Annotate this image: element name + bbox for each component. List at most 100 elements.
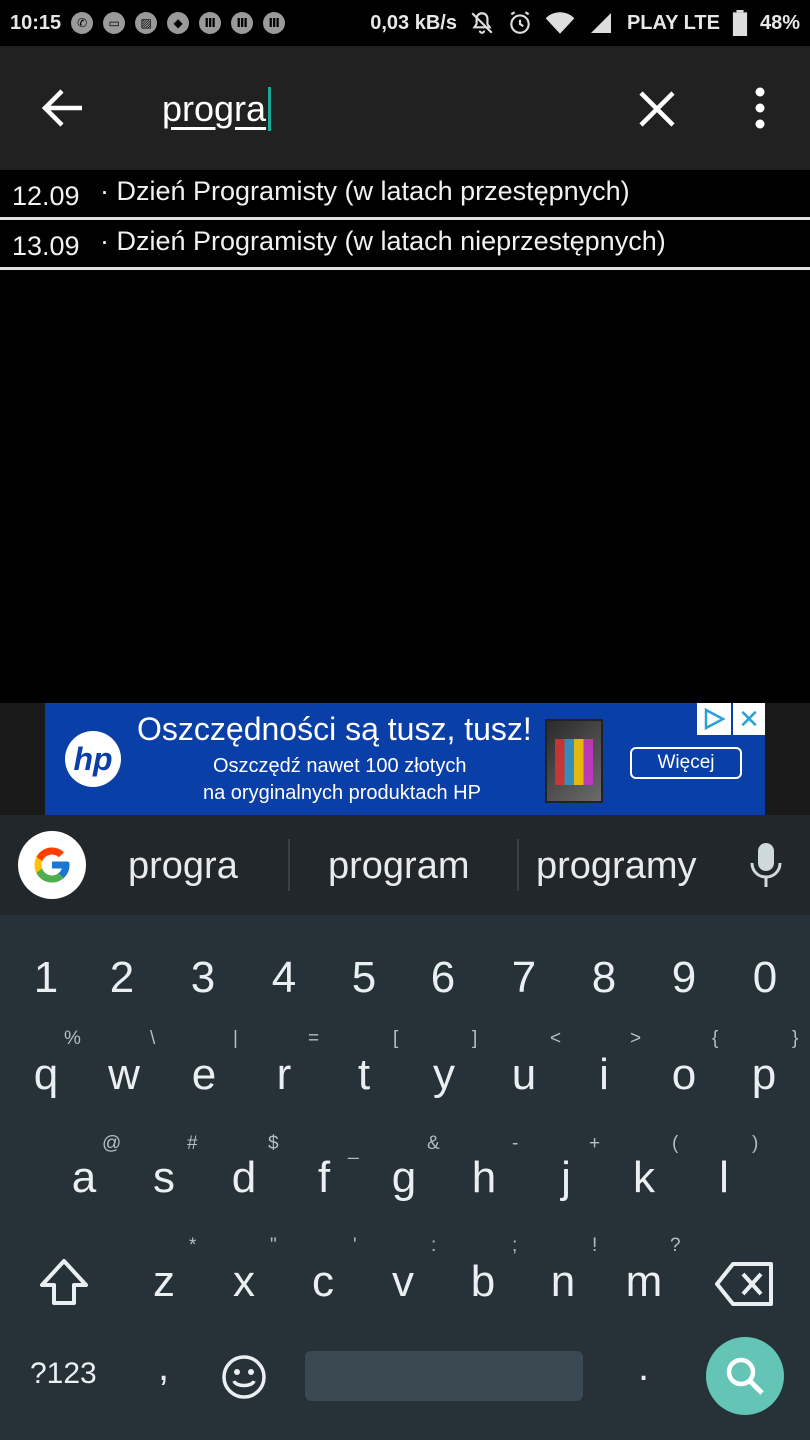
- key-l[interactable]: l: [706, 1153, 742, 1203]
- key-6[interactable]: 6: [427, 953, 459, 1003]
- gallery-icon: ▨: [135, 12, 158, 34]
- key-f[interactable]: f: [306, 1153, 342, 1203]
- key-q[interactable]: q: [28, 1050, 64, 1100]
- app-icon: Ⅲ: [199, 12, 222, 34]
- key-k[interactable]: k: [626, 1153, 662, 1203]
- key-0[interactable]: 0: [749, 953, 781, 1003]
- key-y[interactable]: y: [426, 1050, 462, 1100]
- key-hint: *: [189, 1235, 197, 1256]
- key-h[interactable]: h: [466, 1153, 502, 1203]
- key-3[interactable]: 3: [187, 953, 219, 1003]
- key-9[interactable]: 9: [668, 953, 700, 1003]
- search-input[interactable]: progra: [162, 88, 266, 130]
- search-key[interactable]: [706, 1337, 784, 1415]
- battery-icon: [732, 10, 748, 36]
- key-hint: \: [150, 1028, 156, 1049]
- key-hint: }: [792, 1028, 799, 1049]
- adchoices-icon[interactable]: [697, 703, 731, 735]
- ad-banner[interactable]: hp Oszczędności są tusz, tusz! Oszczędź …: [45, 703, 765, 815]
- key-t[interactable]: t: [346, 1050, 382, 1100]
- shield-icon: ◆: [167, 12, 190, 34]
- key-u[interactable]: u: [506, 1050, 542, 1100]
- microphone-icon[interactable]: [748, 841, 784, 891]
- key-x[interactable]: x: [226, 1257, 262, 1307]
- list-item[interactable]: 13.09 · Dzień Programisty (w latach niep…: [0, 220, 810, 270]
- alarm-icon: [510, 11, 530, 34]
- key-a[interactable]: a: [66, 1153, 102, 1203]
- key-hint: [: [393, 1028, 399, 1049]
- ad-more-button[interactable]: Więcej: [630, 747, 742, 779]
- key-p[interactable]: p: [746, 1050, 782, 1100]
- key-hint: ": [270, 1235, 277, 1256]
- suggestion-item[interactable]: programy: [536, 845, 697, 888]
- key-hint: ': [353, 1235, 357, 1256]
- key-hint: @: [102, 1133, 122, 1154]
- key-hint: <: [550, 1028, 562, 1049]
- key-hint: $: [268, 1133, 279, 1154]
- result-date: 12.09: [12, 181, 80, 211]
- shift-icon[interactable]: [36, 1255, 92, 1311]
- network-speed: 0,03 kB/s: [370, 11, 457, 34]
- list-item[interactable]: 12.09 · Dzień Programisty (w latach prze…: [0, 170, 810, 220]
- key-8[interactable]: 8: [588, 953, 620, 1003]
- ad-headline: Oszczędności są tusz, tusz!: [137, 711, 532, 747]
- text-cursor: [268, 87, 272, 131]
- space-bar[interactable]: [305, 1351, 583, 1401]
- key-hint: >: [630, 1028, 642, 1049]
- key-hint: ): [752, 1133, 759, 1154]
- status-bar: 10:15 ✆ ▭ ▨ ◆ Ⅲ Ⅲ Ⅲ 0,03 kB/s PLAY LTE 4…: [0, 0, 810, 46]
- divider: [517, 839, 519, 891]
- symbols-key[interactable]: ?123: [30, 1357, 97, 1391]
- key-c[interactable]: c: [305, 1257, 341, 1307]
- comma-key[interactable]: ,: [158, 1345, 169, 1390]
- key-v[interactable]: v: [385, 1257, 421, 1307]
- key-z[interactable]: z: [146, 1257, 182, 1307]
- result-date: 13.09: [12, 231, 80, 261]
- ad-subtext: Oszczędź nawet 100 złotych: [213, 755, 467, 777]
- key-w[interactable]: w: [104, 1050, 144, 1100]
- result-name: · Dzień Programisty (w latach nieprzestę…: [100, 226, 666, 256]
- key-4[interactable]: 4: [268, 953, 300, 1003]
- period-key[interactable]: .: [638, 1345, 649, 1390]
- search-field[interactable]: progra: [162, 84, 272, 134]
- key-i[interactable]: i: [586, 1050, 622, 1100]
- key-r[interactable]: r: [266, 1050, 302, 1100]
- key-5[interactable]: 5: [348, 953, 380, 1003]
- ad-subtext: na oryginalnych produktach HP: [203, 782, 481, 804]
- suggestion-item[interactable]: progra: [128, 845, 238, 888]
- suggestion-strip: progra program programy: [0, 815, 810, 915]
- app-bar: progra: [0, 46, 810, 170]
- google-icon[interactable]: [18, 831, 86, 899]
- key-2[interactable]: 2: [106, 953, 138, 1003]
- key-hint: ?: [670, 1235, 681, 1256]
- carrier-label: PLAY LTE: [626, 11, 720, 34]
- key-s[interactable]: s: [146, 1153, 182, 1203]
- key-b[interactable]: b: [465, 1257, 501, 1307]
- key-d[interactable]: d: [226, 1153, 262, 1203]
- ink-cartridge-image: [545, 719, 603, 803]
- key-hint: !: [592, 1235, 598, 1256]
- key-g[interactable]: g: [386, 1153, 422, 1203]
- key-e[interactable]: e: [186, 1050, 222, 1100]
- close-icon[interactable]: [636, 88, 678, 130]
- results-list: 12.09 · Dzień Programisty (w latach prze…: [0, 170, 810, 270]
- inbox-icon: ▭: [103, 12, 126, 34]
- key-1[interactable]: 1: [30, 953, 62, 1003]
- backspace-icon[interactable]: [715, 1260, 775, 1308]
- close-icon[interactable]: ✕: [733, 703, 765, 735]
- whatsapp-icon: ✆: [71, 12, 94, 34]
- divider: [288, 839, 290, 891]
- notification-icons: ✆ ▭ ▨ ◆ Ⅲ Ⅲ Ⅲ: [71, 12, 286, 34]
- back-arrow-icon[interactable]: [38, 86, 86, 130]
- emoji-icon[interactable]: [220, 1353, 268, 1401]
- keyboard: 1 2 3 4 5 6 7 8 9 0 % \ | = [ ] < > { } …: [0, 915, 810, 1440]
- key-n[interactable]: n: [545, 1257, 581, 1307]
- suggestion-item[interactable]: program: [328, 845, 470, 888]
- more-options-icon[interactable]: [748, 86, 772, 130]
- key-hint: {: [712, 1028, 719, 1049]
- key-7[interactable]: 7: [508, 953, 540, 1003]
- key-j[interactable]: j: [548, 1153, 584, 1203]
- key-o[interactable]: o: [666, 1050, 702, 1100]
- key-m[interactable]: m: [622, 1257, 666, 1307]
- key-hint: +: [589, 1133, 601, 1154]
